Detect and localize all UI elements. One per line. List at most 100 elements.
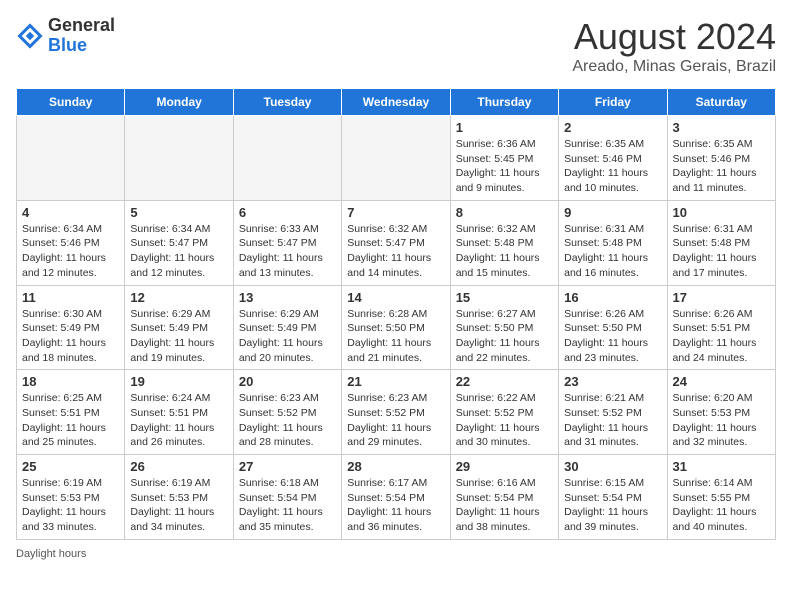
day-info: Sunrise: 6:21 AM Sunset: 5:52 PM Dayligh… bbox=[564, 391, 661, 450]
day-info: Sunrise: 6:27 AM Sunset: 5:50 PM Dayligh… bbox=[456, 307, 553, 366]
day-info: Sunrise: 6:19 AM Sunset: 5:53 PM Dayligh… bbox=[22, 476, 119, 535]
day-info: Sunrise: 6:24 AM Sunset: 5:51 PM Dayligh… bbox=[130, 391, 227, 450]
day-number: 8 bbox=[456, 205, 553, 220]
calendar-day-cell: 21Sunrise: 6:23 AM Sunset: 5:52 PM Dayli… bbox=[342, 370, 450, 455]
calendar-day-cell: 18Sunrise: 6:25 AM Sunset: 5:51 PM Dayli… bbox=[17, 370, 125, 455]
day-number: 20 bbox=[239, 374, 336, 389]
day-info: Sunrise: 6:16 AM Sunset: 5:54 PM Dayligh… bbox=[456, 476, 553, 535]
day-number: 14 bbox=[347, 290, 444, 305]
day-info: Sunrise: 6:35 AM Sunset: 5:46 PM Dayligh… bbox=[564, 137, 661, 196]
weekday-header: Sunday bbox=[17, 89, 125, 116]
day-number: 15 bbox=[456, 290, 553, 305]
weekday-header: Monday bbox=[125, 89, 233, 116]
calendar-day-cell bbox=[17, 116, 125, 201]
calendar-day-cell bbox=[233, 116, 341, 201]
day-number: 25 bbox=[22, 459, 119, 474]
day-info: Sunrise: 6:20 AM Sunset: 5:53 PM Dayligh… bbox=[673, 391, 770, 450]
calendar-day-cell: 23 Sunrise: 6:21 AM Sunset: 5:52 PM Dayli… bbox=[559, 370, 667, 455]
day-number: 30 bbox=[564, 459, 661, 474]
logo-general-text: General bbox=[48, 16, 115, 36]
footer-note: Daylight hours bbox=[16, 548, 776, 560]
calendar-day-cell: 25 Sunrise: 6:19 AM Sunset: 5:53 PM Dayli… bbox=[17, 455, 125, 540]
day-info: Sunrise: 6:17 AM Sunset: 5:54 PM Dayligh… bbox=[347, 476, 444, 535]
day-number: 26 bbox=[130, 459, 227, 474]
day-info: Sunrise: 6:31 AM Sunset: 5:48 PM Dayligh… bbox=[673, 222, 770, 281]
day-info: Sunrise: 6:36 AM Sunset: 5:45 PM Dayligh… bbox=[456, 137, 553, 196]
calendar-day-cell: 7 Sunrise: 6:32 AM Sunset: 5:47 PM Daylig… bbox=[342, 200, 450, 285]
calendar-title: August 2024 bbox=[572, 16, 776, 58]
header: General Blue August 2024 Areado, Minas G… bbox=[16, 16, 776, 76]
calendar-day-cell: 17Sunrise: 6:26 AM Sunset: 5:51 PM Dayli… bbox=[667, 285, 775, 370]
calendar-body: 1Sunrise: 6:36 AM Sunset: 5:45 PM Daylig… bbox=[17, 116, 776, 540]
day-number: 10 bbox=[673, 205, 770, 220]
calendar-day-cell: 2 Sunrise: 6:35 AM Sunset: 5:46 PM Daylig… bbox=[559, 116, 667, 201]
calendar-day-cell: 24 Sunrise: 6:20 AM Sunset: 5:53 PM Dayli… bbox=[667, 370, 775, 455]
day-info: Sunrise: 6:22 AM Sunset: 5:52 PM Dayligh… bbox=[456, 391, 553, 450]
title-area: August 2024 Areado, Minas Gerais, Brazil bbox=[572, 16, 776, 76]
day-info: Sunrise: 6:26 AM Sunset: 5:51 PM Dayligh… bbox=[673, 307, 770, 366]
day-number: 5 bbox=[130, 205, 227, 220]
calendar-week-row: 4Sunrise: 6:34 AM Sunset: 5:46 PM Daylig… bbox=[17, 200, 776, 285]
calendar-day-cell: 22Sunrise: 6:22 AM Sunset: 5:52 PM Dayli… bbox=[450, 370, 558, 455]
day-number: 7 bbox=[347, 205, 444, 220]
day-number: 23 bbox=[564, 374, 661, 389]
calendar-day-cell: 1Sunrise: 6:36 AM Sunset: 5:45 PM Daylig… bbox=[450, 116, 558, 201]
day-info: Sunrise: 6:23 AM Sunset: 5:52 PM Dayligh… bbox=[239, 391, 336, 450]
calendar-day-cell: 12 Sunrise: 6:29 AM Sunset: 5:49 PM Dayli… bbox=[125, 285, 233, 370]
calendar-day-cell: 16Sunrise: 6:26 AM Sunset: 5:50 PM Dayli… bbox=[559, 285, 667, 370]
calendar-week-row: 11 Sunrise: 6:30 AM Sunset: 5:49 PM Dayli… bbox=[17, 285, 776, 370]
logo-blue-text: Blue bbox=[48, 36, 115, 56]
day-number: 11 bbox=[22, 290, 119, 305]
calendar-week-row: 18Sunrise: 6:25 AM Sunset: 5:51 PM Dayli… bbox=[17, 370, 776, 455]
day-info: Sunrise: 6:19 AM Sunset: 5:53 PM Dayligh… bbox=[130, 476, 227, 535]
calendar-day-cell: 8 Sunrise: 6:32 AM Sunset: 5:48 PM Daylig… bbox=[450, 200, 558, 285]
day-info: Sunrise: 6:30 AM Sunset: 5:49 PM Dayligh… bbox=[22, 307, 119, 366]
day-number: 27 bbox=[239, 459, 336, 474]
calendar-day-cell: 27 Sunrise: 6:18 AM Sunset: 5:54 PM Dayli… bbox=[233, 455, 341, 540]
logo-icon bbox=[16, 22, 44, 50]
calendar-subtitle: Areado, Minas Gerais, Brazil bbox=[572, 58, 776, 76]
day-info: Sunrise: 6:29 AM Sunset: 5:49 PM Dayligh… bbox=[130, 307, 227, 366]
day-number: 29 bbox=[456, 459, 553, 474]
calendar-day-cell: 11 Sunrise: 6:30 AM Sunset: 5:49 PM Dayli… bbox=[17, 285, 125, 370]
calendar-day-cell: 9 Sunrise: 6:31 AM Sunset: 5:48 PM Daylig… bbox=[559, 200, 667, 285]
calendar-day-cell: 4Sunrise: 6:34 AM Sunset: 5:46 PM Daylig… bbox=[17, 200, 125, 285]
calendar-header: SundayMondayTuesdayWednesdayThursdayFrid… bbox=[17, 89, 776, 116]
day-number: 3 bbox=[673, 120, 770, 135]
day-info: Sunrise: 6:14 AM Sunset: 5:55 PM Dayligh… bbox=[673, 476, 770, 535]
day-info: Sunrise: 6:31 AM Sunset: 5:48 PM Dayligh… bbox=[564, 222, 661, 281]
calendar-week-row: 1Sunrise: 6:36 AM Sunset: 5:45 PM Daylig… bbox=[17, 116, 776, 201]
day-number: 12 bbox=[130, 290, 227, 305]
day-number: 9 bbox=[564, 205, 661, 220]
calendar-day-cell: 26 Sunrise: 6:19 AM Sunset: 5:53 PM Dayli… bbox=[125, 455, 233, 540]
calendar-day-cell: 13 Sunrise: 6:29 AM Sunset: 5:49 PM Dayli… bbox=[233, 285, 341, 370]
day-info: Sunrise: 6:33 AM Sunset: 5:47 PM Dayligh… bbox=[239, 222, 336, 281]
calendar-week-row: 25 Sunrise: 6:19 AM Sunset: 5:53 PM Dayli… bbox=[17, 455, 776, 540]
day-number: 13 bbox=[239, 290, 336, 305]
calendar-day-cell: 3 Sunrise: 6:35 AM Sunset: 5:46 PM Daylig… bbox=[667, 116, 775, 201]
calendar-day-cell: 5Sunrise: 6:34 AM Sunset: 5:47 PM Daylig… bbox=[125, 200, 233, 285]
weekday-header: Friday bbox=[559, 89, 667, 116]
day-info: Sunrise: 6:29 AM Sunset: 5:49 PM Dayligh… bbox=[239, 307, 336, 366]
day-number: 28 bbox=[347, 459, 444, 474]
day-info: Sunrise: 6:23 AM Sunset: 5:52 PM Dayligh… bbox=[347, 391, 444, 450]
weekday-header-row: SundayMondayTuesdayWednesdayThursdayFrid… bbox=[17, 89, 776, 116]
day-number: 16 bbox=[564, 290, 661, 305]
day-info: Sunrise: 6:18 AM Sunset: 5:54 PM Dayligh… bbox=[239, 476, 336, 535]
day-info: Sunrise: 6:35 AM Sunset: 5:46 PM Dayligh… bbox=[673, 137, 770, 196]
logo: General Blue bbox=[16, 16, 115, 56]
calendar-day-cell bbox=[342, 116, 450, 201]
calendar-day-cell: 19Sunrise: 6:24 AM Sunset: 5:51 PM Dayli… bbox=[125, 370, 233, 455]
calendar-day-cell bbox=[125, 116, 233, 201]
day-number: 24 bbox=[673, 374, 770, 389]
day-info: Sunrise: 6:32 AM Sunset: 5:48 PM Dayligh… bbox=[456, 222, 553, 281]
day-info: Sunrise: 6:28 AM Sunset: 5:50 PM Dayligh… bbox=[347, 307, 444, 366]
day-number: 2 bbox=[564, 120, 661, 135]
calendar-day-cell: 10 Sunrise: 6:31 AM Sunset: 5:48 PM Dayli… bbox=[667, 200, 775, 285]
calendar-day-cell: 20 Sunrise: 6:23 AM Sunset: 5:52 PM Dayli… bbox=[233, 370, 341, 455]
day-number: 6 bbox=[239, 205, 336, 220]
weekday-header: Wednesday bbox=[342, 89, 450, 116]
day-info: Sunrise: 6:32 AM Sunset: 5:47 PM Dayligh… bbox=[347, 222, 444, 281]
calendar-day-cell: 28 Sunrise: 6:17 AM Sunset: 5:54 PM Dayli… bbox=[342, 455, 450, 540]
calendar-day-cell: 14 Sunrise: 6:28 AM Sunset: 5:50 PM Dayli… bbox=[342, 285, 450, 370]
